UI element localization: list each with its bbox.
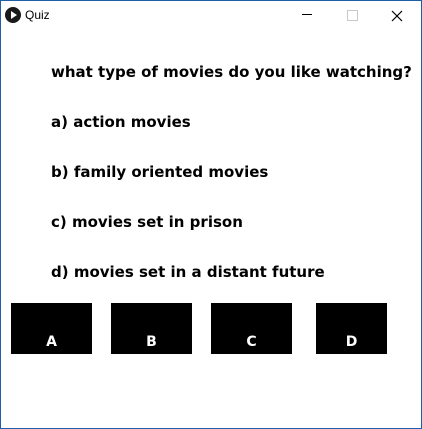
maximize-icon (347, 10, 358, 21)
play-circle-icon (5, 7, 21, 23)
answer-d-button[interactable]: D (316, 303, 387, 354)
option-b-text: b) family oriented movies (51, 163, 269, 181)
window-title: Quiz (25, 8, 50, 22)
answer-b-button[interactable]: B (111, 303, 192, 354)
quiz-window: Quiz what type of movies do you like wat… (0, 0, 422, 429)
minimize-button[interactable] (285, 1, 331, 29)
question-text: what type of movies do you like watching… (51, 63, 412, 81)
option-d-text: d) movies set in a distant future (51, 263, 325, 281)
option-a-text: a) action movies (51, 113, 191, 131)
answer-c-button[interactable]: C (211, 303, 292, 354)
quiz-content: what type of movies do you like watching… (1, 29, 421, 428)
option-c-text: c) movies set in prison (51, 213, 243, 231)
answer-a-button[interactable]: A (11, 303, 92, 354)
title-bar[interactable]: Quiz (1, 1, 421, 29)
close-button[interactable] (375, 1, 421, 29)
minimize-icon (302, 14, 312, 15)
maximize-button[interactable] (329, 1, 375, 29)
close-icon (390, 8, 404, 22)
